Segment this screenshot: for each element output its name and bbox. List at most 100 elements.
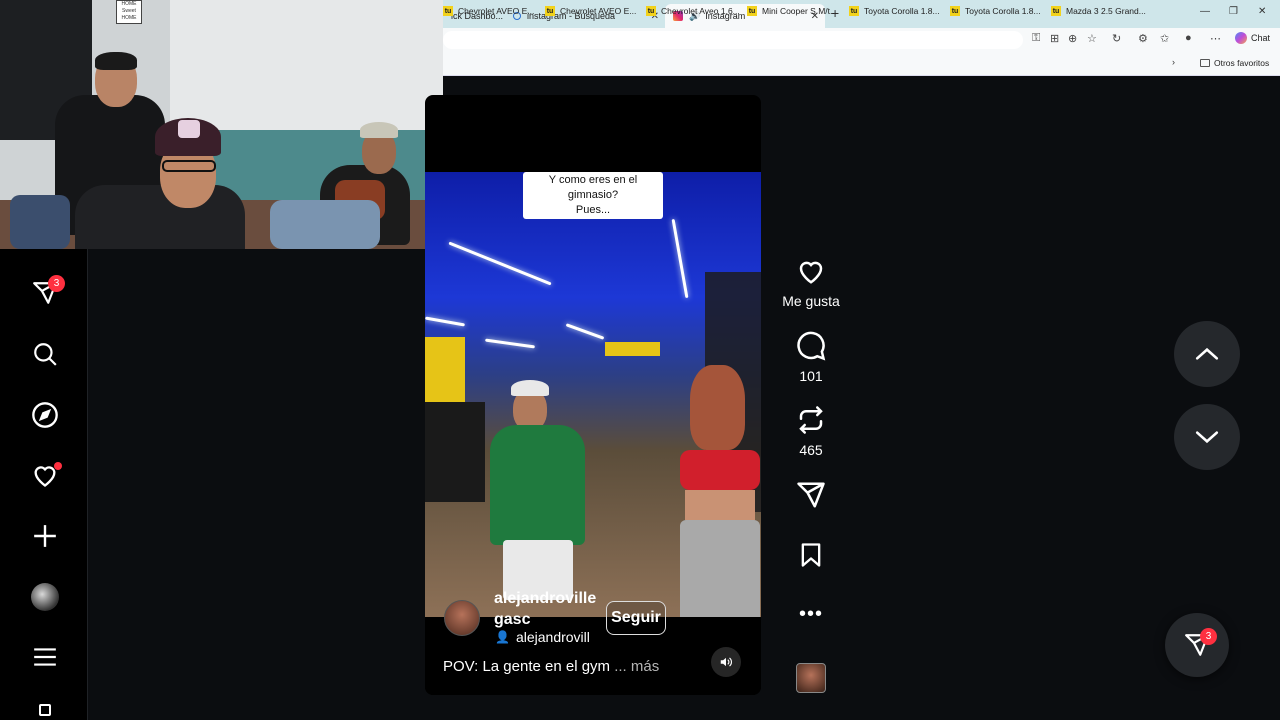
repost-action[interactable]: 465 [780,405,842,458]
folder-icon [1200,59,1210,67]
messages-badge: 3 [48,275,65,292]
bookmark-icon: tu [545,6,555,16]
explore-nav[interactable] [30,400,60,430]
ceiling-light [485,338,535,349]
copilot-icon [1235,32,1247,44]
zoom-icon[interactable]: ⊕ [1068,32,1077,45]
audio-label: alejandrovill [515,629,590,645]
description-text: POV: La gente en el gym [443,658,611,675]
minimize-icon[interactable]: — [1200,6,1210,17]
apps-icon[interactable]: ⊞ [1050,32,1059,45]
mute-button[interactable] [711,647,741,677]
audio-link[interactable]: 👤 alejandrovill [495,629,590,645]
address-input[interactable] [443,31,1023,49]
bookmark-label: Toyota Corolla 1.8... [965,6,1041,16]
bookmark-label: Chevrolet AVEO E... [458,6,535,16]
fab-badge: 3 [1200,628,1217,645]
messages-fab[interactable] [1165,613,1229,677]
bookmark-item[interactable]: tu Chevrolet Aveo 1.6... [646,6,740,16]
save-action[interactable] [780,541,842,572]
whiteboard [170,0,443,130]
ceiling-light [425,316,465,327]
more-nav[interactable] [30,642,60,672]
other-bookmarks-label: Otros favoritos [1214,58,1270,68]
bookmark-icon: tu [849,6,859,16]
chevron-down-icon [1195,431,1219,444]
webcam-overlay: HOME Sweet HOME [0,0,443,249]
bookmark-label: Mini Cooper S M/t... [762,6,838,16]
refresh-icon[interactable]: ↻ [1112,32,1121,45]
overlay-line-1: Y como eres en el gimnasio? [548,174,638,201]
bookmark-icon: tu [646,6,656,16]
next-reel-button[interactable] [1174,404,1240,470]
create-nav[interactable] [30,521,60,551]
bookmark-item[interactable]: tu Chevrolet AVEO E... [545,6,636,16]
bookmark-icon: tu [443,6,453,16]
yellow-wall [425,337,465,402]
chat-label: Chat [1251,33,1271,43]
chevron-up-icon [1195,347,1219,360]
key-icon[interactable]: ⚿ [1032,32,1040,45]
menu-icon [34,648,56,666]
share-action[interactable] [780,480,842,513]
chat-button[interactable]: Chat [1235,32,1270,44]
restore-icon[interactable]: ❐ [1229,6,1238,17]
apps-nav[interactable] [30,702,60,718]
heart-icon [799,261,823,284]
bookmark-label: Chevrolet AVEO E... [560,6,637,16]
bookmark-icon: tu [950,6,960,16]
yellow-sign [605,342,660,356]
search-nav[interactable] [30,339,60,369]
reposts-count: 465 [799,442,823,458]
profile-avatar [31,583,59,611]
more-icon[interactable]: ⋯ [1210,32,1221,45]
profile-icon[interactable]: ● [1185,32,1192,44]
compass-icon [32,402,58,428]
bookmark-label: Chevrolet Aveo 1.6... [661,6,740,16]
chevron-right-icon[interactable]: › [1172,57,1175,67]
send-icon [797,482,825,508]
more-options[interactable]: ••• [780,603,842,626]
more-icon: ••• [798,603,823,625]
previous-reel-button[interactable] [1174,321,1240,387]
home-sign: HOME Sweet HOME [116,0,142,24]
woman-figure [680,365,761,630]
comments-count: 101 [799,368,823,384]
favorites-icon[interactable]: ✩ [1160,32,1169,45]
ceiling-light [671,218,689,299]
bookmark-icon [801,543,821,567]
scrollbar[interactable] [1266,76,1280,720]
machines-left [425,402,485,502]
bookmark-label: Toyota Corolla 1.8... [864,6,940,16]
bookmark-item[interactable]: tu Mini Cooper S M/t... [747,6,837,16]
bookmark-item[interactable]: tu Toyota Corolla 1.8... [950,6,1041,16]
bookmark-item[interactable]: tu Mazda 3 2.5 Grand... [1051,6,1146,16]
notification-dot [54,462,62,470]
author-avatar[interactable] [444,600,480,636]
star-icon[interactable]: ☆ [1087,32,1097,45]
bookmark-icon: tu [747,6,757,16]
repost-icon [799,406,823,434]
audio-thumbnail[interactable] [796,663,826,693]
follow-button[interactable]: Seguir [606,601,666,635]
more-link[interactable]: ... más [614,658,659,675]
bookmark-item[interactable]: tu Toyota Corolla 1.8... [849,6,940,16]
other-bookmarks[interactable]: Otros favoritos [1200,58,1269,68]
search-icon [34,343,57,366]
reel-description[interactable]: POV: La gente en el gym ... más [443,658,659,675]
close-window-icon[interactable]: ✕ [1258,6,1266,17]
profile-nav[interactable] [30,582,60,612]
like-action[interactable]: Me gusta [780,256,842,309]
person-icon: 👤 [495,630,510,644]
reel-video[interactable]: Y como eres en el gimnasio? Pues... alej… [425,95,761,695]
plus-icon [34,525,56,547]
author-username[interactable]: alejandrovillegasc [494,588,598,630]
like-label: Me gusta [782,293,840,309]
bookmark-label: Mazda 3 2.5 Grand... [1066,6,1146,16]
bookmark-icon: tu [1051,6,1061,16]
ceiling-light [565,323,605,340]
bookmark-item[interactable]: tu Chevrolet AVEO E... [443,6,534,16]
comment-action[interactable]: 101 [780,331,842,384]
comment-icon [797,331,826,361]
extensions-icon[interactable]: ⚙ [1138,32,1148,45]
